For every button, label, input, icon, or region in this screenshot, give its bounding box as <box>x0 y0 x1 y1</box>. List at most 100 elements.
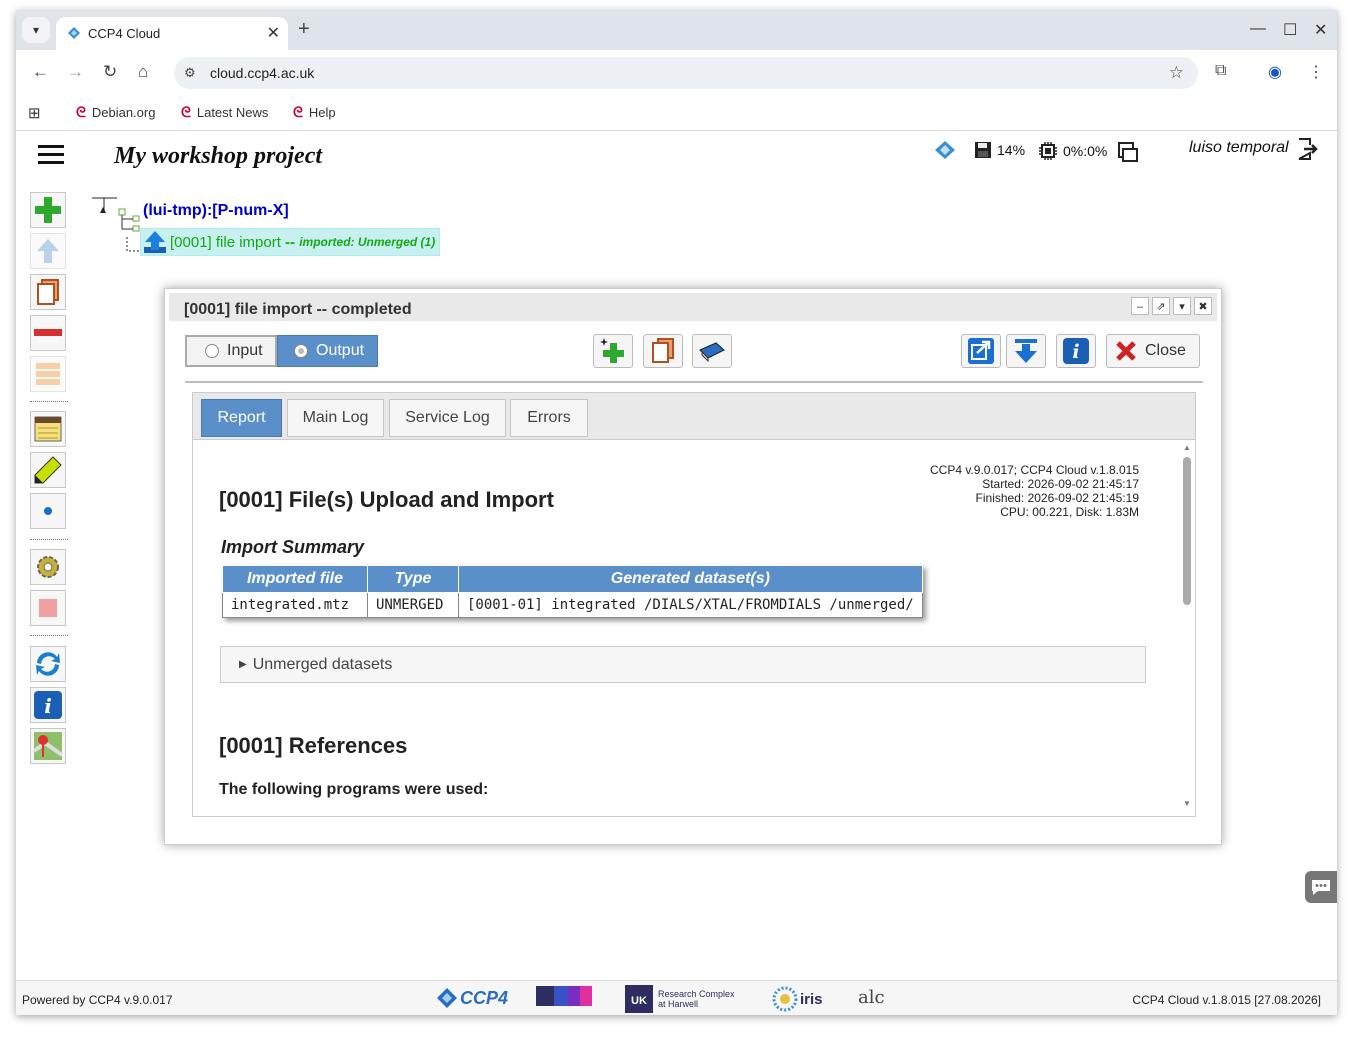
stop-button[interactable] <box>30 590 66 626</box>
tab-main-log[interactable]: Main Log <box>287 399 384 437</box>
column-header: Type <box>367 565 459 593</box>
book-icon <box>699 342 725 362</box>
bookmark-debian[interactable]: ᘓ Debian.org <box>76 104 155 121</box>
maximize-icon[interactable]: ☐ <box>1283 20 1297 40</box>
edit-button[interactable] <box>30 452 66 488</box>
move-up-button[interactable] <box>30 233 66 269</box>
apps-grid-icon[interactable]: ⊞ <box>28 104 41 122</box>
home-icon[interactable]: ⌂ <box>138 62 148 82</box>
url-text[interactable]: cloud.ccp4.ac.uk <box>210 65 314 81</box>
ccp4-footer-logo[interactable]: CCP4 <box>436 987 508 1009</box>
new-tab-button[interactable]: + <box>298 18 310 41</box>
dialog-collapse-icon[interactable]: ▾ <box>1173 297 1191 315</box>
add-job-after-button[interactable] <box>593 334 633 368</box>
input-toggle[interactable]: Input <box>185 335 277 367</box>
clone-job-button[interactable] <box>30 274 66 310</box>
tab-report[interactable]: Report <box>201 399 282 437</box>
download-button[interactable] <box>1006 334 1046 368</box>
scroll-down-icon[interactable]: ▼ <box>1183 799 1191 808</box>
report-heading: [0001] File(s) Upload and Import <box>219 487 554 512</box>
dialog-titlebar[interactable]: [0001] file import -- completed – ⇗ ▾ ✖ <box>169 293 1217 321</box>
minimize-icon[interactable]: — <box>1250 20 1266 38</box>
plus-star-icon <box>600 338 624 363</box>
job-info-button[interactable]: i <box>1056 334 1096 368</box>
export-button[interactable] <box>961 334 1001 368</box>
import-upload-icon <box>144 231 166 253</box>
map-button[interactable] <box>30 728 66 764</box>
tab-strip: ▾ CCP4 Cloud ✕ + — ☐ ✕ <box>16 10 1337 50</box>
ccp4-cloud-app: My workshop project 14% 0%:0% luiso temp… <box>16 131 1337 1015</box>
tab-close-icon[interactable]: ✕ <box>267 23 280 43</box>
dialog-title: [0001] file import -- completed <box>184 301 412 318</box>
site-info-icon[interactable]: ⚙ <box>184 65 196 81</box>
svg-text:i: i <box>44 694 52 718</box>
dialog-minimize-icon[interactable]: – <box>1131 297 1149 315</box>
tree-job-node[interactable]: [0001] file import -- imported: Unmerged… <box>140 228 441 256</box>
bookmark-star-icon[interactable]: ☆ <box>1169 63 1184 83</box>
browser-tab[interactable]: CCP4 Cloud ✕ <box>56 17 288 50</box>
address-bar[interactable]: ⚙ cloud.ccp4.ac.uk ☆ <box>174 57 1198 89</box>
minus-icon <box>34 329 62 336</box>
programs-text: The following programs were used: <box>219 781 489 798</box>
delete-job-button[interactable] <box>30 315 66 351</box>
stack-button[interactable] <box>30 356 66 392</box>
tab-service-log[interactable]: Service Log <box>389 399 506 437</box>
column-header: Generated dataset(s) <box>458 565 923 593</box>
tree-job-detail: imported: Unmerged (1) <box>299 235 436 249</box>
report-scrollbar[interactable]: ▲ ▼ <box>1181 443 1193 811</box>
external-link-icon <box>968 338 994 364</box>
add-job-button[interactable] <box>30 192 66 228</box>
layers-icon <box>36 363 60 385</box>
alc-footer-logo[interactable]: alc <box>858 987 885 1008</box>
cpu-usage[interactable]: 0%:0% <box>1038 141 1107 161</box>
tab-search-button[interactable]: ▾ <box>22 17 50 43</box>
chat-button[interactable] <box>1305 871 1337 903</box>
dialog-close-icon[interactable]: ✖ <box>1194 297 1212 315</box>
unmerged-datasets-accordion[interactable]: ▶ Unmerged datasets <box>220 646 1146 683</box>
iris-footer-logo[interactable]: iris <box>772 986 823 1012</box>
tab-title: CCP4 Cloud <box>88 26 161 41</box>
report-content[interactable]: CCP4 v.9.0.017; CCP4 Cloud v.1.8.015 Sta… <box>195 443 1179 813</box>
refresh-button[interactable] <box>30 646 66 682</box>
table-header-row: Imported file Type Generated dataset(s) <box>222 565 923 593</box>
close-window-icon[interactable]: ✕ <box>1314 20 1327 40</box>
table-cell: integrated.mtz <box>222 592 368 618</box>
disk-usage[interactable]: 14% <box>974 141 1025 159</box>
debian-icon: ᘓ <box>181 104 191 120</box>
toolbar-divider <box>30 401 68 402</box>
settings-button[interactable] <box>30 549 66 585</box>
bookmark-latest-news[interactable]: ᘓ Latest News <box>181 104 268 121</box>
browser-window: ▾ CCP4 Cloud ✕ + — ☐ ✕ ← → ↻ ⌂ ⚙ cloud.c… <box>16 10 1337 1015</box>
menu-dots-icon[interactable]: ⋮ <box>1308 62 1324 82</box>
documentation-button[interactable] <box>692 334 732 368</box>
notes-button[interactable] <box>30 411 66 447</box>
dialog-popout-icon[interactable]: ⇗ <box>1152 297 1170 315</box>
table-cell: [0001-01] integrated /DIALS/XTAL/FROMDIA… <box>458 592 923 618</box>
ukri-logo-icon[interactable] <box>536 986 592 1012</box>
svg-text:UK: UK <box>631 995 647 1007</box>
back-icon[interactable]: ← <box>32 62 49 82</box>
output-toggle[interactable]: Output <box>277 335 378 367</box>
tree-root-node[interactable]: (lui-tmp):[P-num-X] <box>143 202 289 220</box>
extensions-icon[interactable]: ⧉ <box>1215 62 1226 80</box>
logout-icon[interactable] <box>1296 137 1318 161</box>
main-menu-icon[interactable] <box>38 145 64 169</box>
clone-button[interactable] <box>643 334 683 368</box>
dot-button[interactable] <box>30 493 66 529</box>
radio-off-icon <box>205 344 219 358</box>
download-icon <box>1015 339 1037 363</box>
disk-icon <box>975 142 991 158</box>
profile-icon[interactable]: ◉ <box>1268 62 1282 82</box>
scrollbar-thumb[interactable] <box>1183 457 1191 605</box>
user-name[interactable]: luiso temporal <box>1189 139 1289 157</box>
tab-errors[interactable]: Errors <box>510 399 588 437</box>
rch-footer-logo[interactable]: UK Research Complex at Harwell <box>625 985 740 1013</box>
reload-icon[interactable]: ↻ <box>103 62 117 82</box>
scroll-up-icon[interactable]: ▲ <box>1183 443 1191 452</box>
close-dialog-button[interactable]: Close <box>1106 334 1200 368</box>
info-button[interactable]: i <box>30 687 66 723</box>
gear-icon <box>37 556 59 578</box>
fullscreen-icon[interactable] <box>1117 141 1139 163</box>
forward-icon[interactable]: → <box>67 62 84 82</box>
bookmark-help[interactable]: ᘓ Help <box>293 104 336 121</box>
